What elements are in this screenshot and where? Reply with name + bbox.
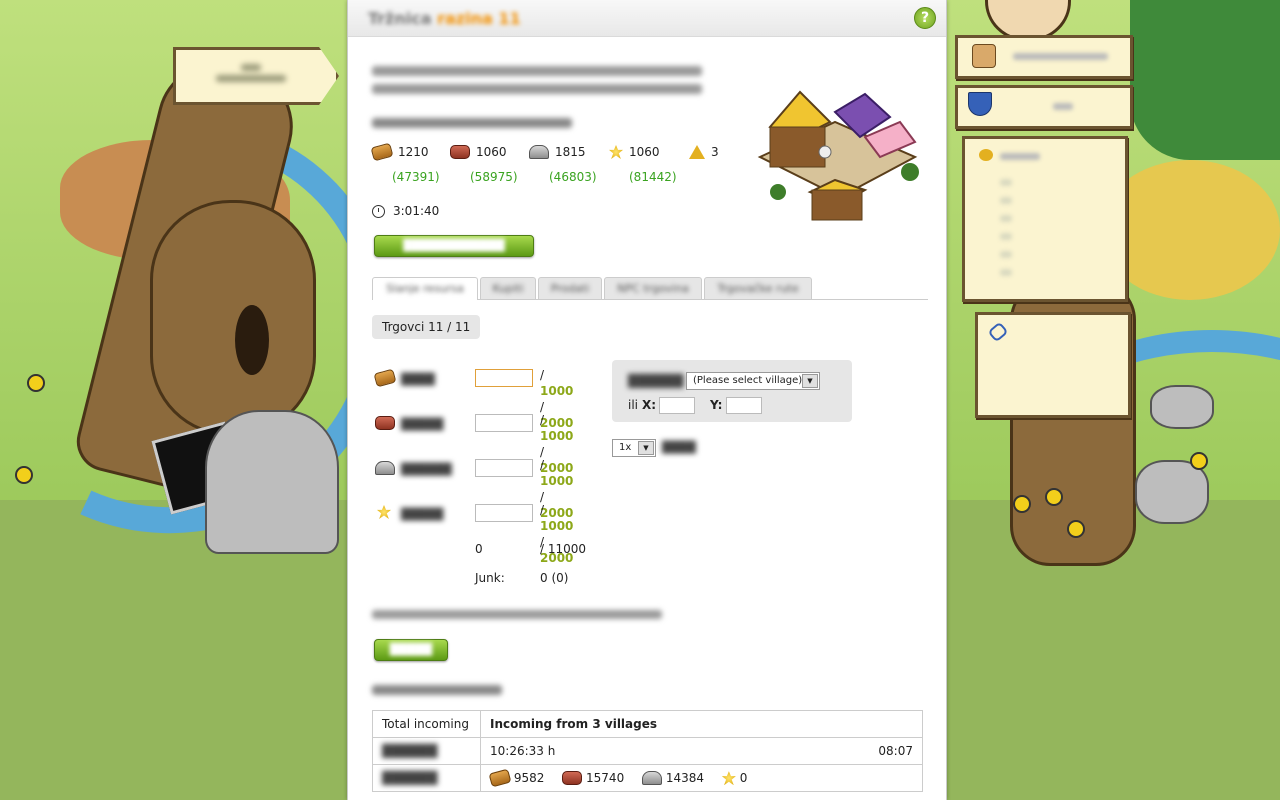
page-title: Tržnica razina 11	[368, 9, 521, 28]
tab-send-resources[interactable]: Slanje resursa	[372, 277, 478, 300]
iron-amount-input[interactable]	[475, 459, 533, 477]
junk-row: Junk: 0 (0)	[475, 571, 569, 585]
production-timer: 3:01:40	[372, 204, 439, 218]
incoming-arrival-row: ██████ 10:26:33 h 08:07	[372, 737, 923, 765]
chevron-down-icon: ▼	[802, 374, 818, 388]
village-select[interactable]: (Please select village) ▼	[686, 372, 820, 390]
clay-icon	[450, 145, 470, 159]
iron-icon	[529, 145, 549, 159]
res-crop: 1060	[609, 145, 660, 159]
y-coordinate-input[interactable]	[726, 397, 762, 414]
crop-icon	[609, 145, 623, 159]
tab-buy[interactable]: Kupiti	[480, 277, 536, 299]
total-row: 0 / 11000	[475, 542, 587, 556]
res-clay: 1060	[450, 145, 507, 159]
upgrade-button[interactable]: ████████████	[374, 235, 534, 257]
tab-trade-routes[interactable]: Trgovačke rute	[704, 277, 812, 299]
arrival-time: 08:07	[878, 744, 913, 758]
player-icon	[972, 44, 996, 68]
merchants-count: Trgovci 11 / 11	[372, 315, 481, 339]
clay-amount-input[interactable]	[475, 414, 533, 432]
res-iron: 1815	[529, 145, 586, 159]
tab-sell[interactable]: Prodati	[538, 277, 602, 299]
clay-icon	[562, 771, 583, 786]
market-tabs: Slanje resursa Kupiti Prodati NPC trgovi…	[372, 277, 928, 300]
player-panel[interactable]	[955, 35, 1133, 79]
marketplace-panel: Tržnica razina 11 ? 1210 1060 1815 1060	[347, 0, 947, 800]
link-icon	[987, 321, 1009, 343]
title-bar: Tržnica razina 11 ?	[348, 0, 946, 37]
incoming-resources-row: ██████ 9582 15740 14384 0	[372, 764, 923, 792]
chevron-down-icon: ▼	[638, 441, 654, 455]
merchant-capacity-note	[372, 606, 662, 619]
clock-icon	[372, 204, 385, 218]
incoming-header-row: Total incoming Incoming from 3 villages	[372, 710, 923, 738]
incoming-col2-header[interactable]: Incoming from 3 villages	[480, 710, 923, 738]
clay-icon	[375, 416, 395, 430]
marketplace-illustration	[757, 90, 919, 221]
capacity-icon	[689, 145, 705, 159]
village-sign[interactable]	[173, 47, 339, 105]
incoming-table: Total incoming Incoming from 3 villages …	[372, 710, 923, 792]
iron-icon	[375, 461, 395, 475]
alliance-panel[interactable]	[955, 85, 1133, 129]
tab-npc-trade[interactable]: NPC trgovina	[604, 277, 702, 299]
wood-total: (47391)	[392, 170, 440, 184]
destination-box: ██████ (Please select village) ▼ ili X: …	[612, 360, 852, 422]
links-panel	[975, 312, 1131, 418]
coins-icon	[979, 149, 993, 161]
wood-icon	[488, 768, 512, 788]
crop-icon	[721, 771, 736, 786]
crop-total: (81442)	[629, 170, 677, 184]
repeat-select[interactable]: 1x ▼	[612, 439, 656, 457]
incoming-heading	[372, 682, 502, 695]
arrival-duration: 10:26:33 h	[490, 744, 556, 758]
crop-amount-input[interactable]	[475, 504, 533, 522]
help-button[interactable]: ?	[914, 7, 936, 29]
wood-amount-input[interactable]	[475, 369, 533, 387]
x-coordinate-input[interactable]	[659, 397, 695, 414]
send-button[interactable]: █████	[374, 639, 448, 661]
village-list-panel	[962, 136, 1128, 302]
crop-max[interactable]: / 1000/ 2000	[540, 502, 573, 566]
intro-text	[372, 62, 712, 94]
res-capacity: 3	[689, 145, 719, 159]
wood-icon	[370, 142, 394, 162]
wood-icon	[373, 368, 397, 388]
iron-total: (46803)	[549, 170, 597, 184]
incoming-col1-header: Total incoming	[372, 710, 481, 738]
res-wood: 1210	[370, 142, 429, 162]
clay-total: (58975)	[470, 170, 518, 184]
crop-icon	[377, 505, 391, 519]
production-heading	[372, 114, 572, 128]
alliance-shield-icon	[968, 92, 992, 116]
iron-icon	[642, 771, 663, 786]
